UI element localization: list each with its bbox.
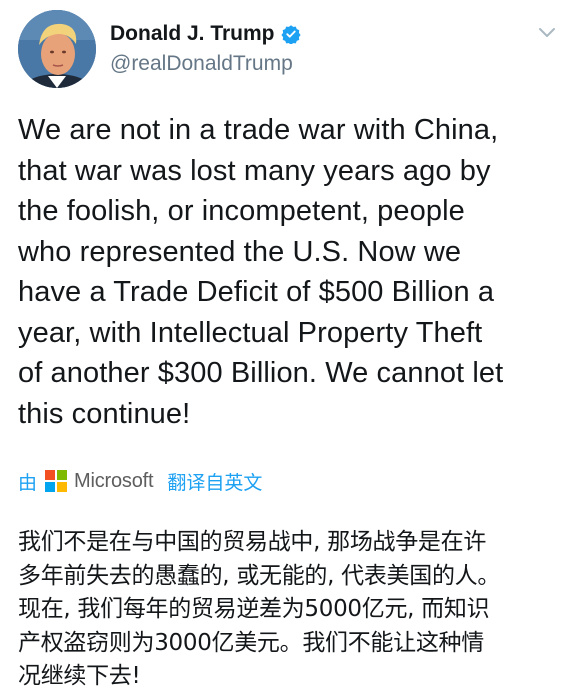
- tweet-text-line: who represented the U.S. Now we: [18, 235, 462, 268]
- translate-from-english-link[interactable]: 翻译自英文: [167, 468, 262, 495]
- microsoft-logo-icon: [45, 470, 68, 492]
- tweet-text-line: this continue!: [18, 397, 191, 430]
- tweet-text-line: We are not in a trade war with China,: [18, 114, 499, 146]
- avatar[interactable]: [18, 10, 96, 88]
- tweet-text-line: of another $300 Billion. We cannot let: [18, 357, 504, 389]
- tweet-text-line: that war was lost many years ago by: [18, 154, 491, 187]
- tweet-text-line: year, with Intellectual Property Theft: [18, 316, 483, 349]
- translated-text-line: 我们不是在与中国的贸易战中, 那场战争是在许: [18, 529, 487, 555]
- verified-badge-icon: [280, 24, 301, 45]
- translated-text-line: 多年前失去的愚蠢的, 或无能的, 代表美国的人。: [18, 562, 501, 589]
- chevron-down-icon[interactable]: [536, 22, 558, 44]
- display-name[interactable]: Donald J. Trump: [110, 22, 275, 46]
- user-names: Donald J. Trump @realDonaldTrump: [110, 20, 301, 76]
- translated-text: 我们不是在与中国的贸易战中, 那场战争是在许 多年前失去的愚蠢的, 或无能的, …: [18, 526, 568, 694]
- translation-attribution: 由 Microsoft 翻译自英文: [18, 466, 262, 496]
- translated-text-line: 况继续下去!: [18, 663, 141, 690]
- translated-text-line: 产权盗窃则为3000亿美元。我们不能让这种情: [18, 629, 484, 656]
- tweet-header: Donald J. Trump @realDonaldTrump: [14, 8, 564, 90]
- user-handle[interactable]: @realDonaldTrump: [110, 52, 301, 76]
- tweet-text: We are not in a trade war with China, th…: [18, 110, 566, 434]
- display-name-row: Donald J. Trump: [110, 20, 301, 48]
- tweet-text-line: have a Trade Deficit of $500 Billion a: [18, 276, 495, 308]
- translation-provider: Microsoft: [74, 469, 154, 492]
- tweet-card: Donald J. Trump @realDonaldTrump We are …: [0, 0, 577, 700]
- avatar-portrait-icon: [18, 10, 96, 88]
- tweet-text-line: the foolish, or incompetent, people: [18, 195, 465, 227]
- translated-by-label: 由: [18, 472, 38, 494]
- translated-text-line: 现在, 我们每年的贸易逆差为5000亿元, 而知识: [18, 596, 490, 623]
